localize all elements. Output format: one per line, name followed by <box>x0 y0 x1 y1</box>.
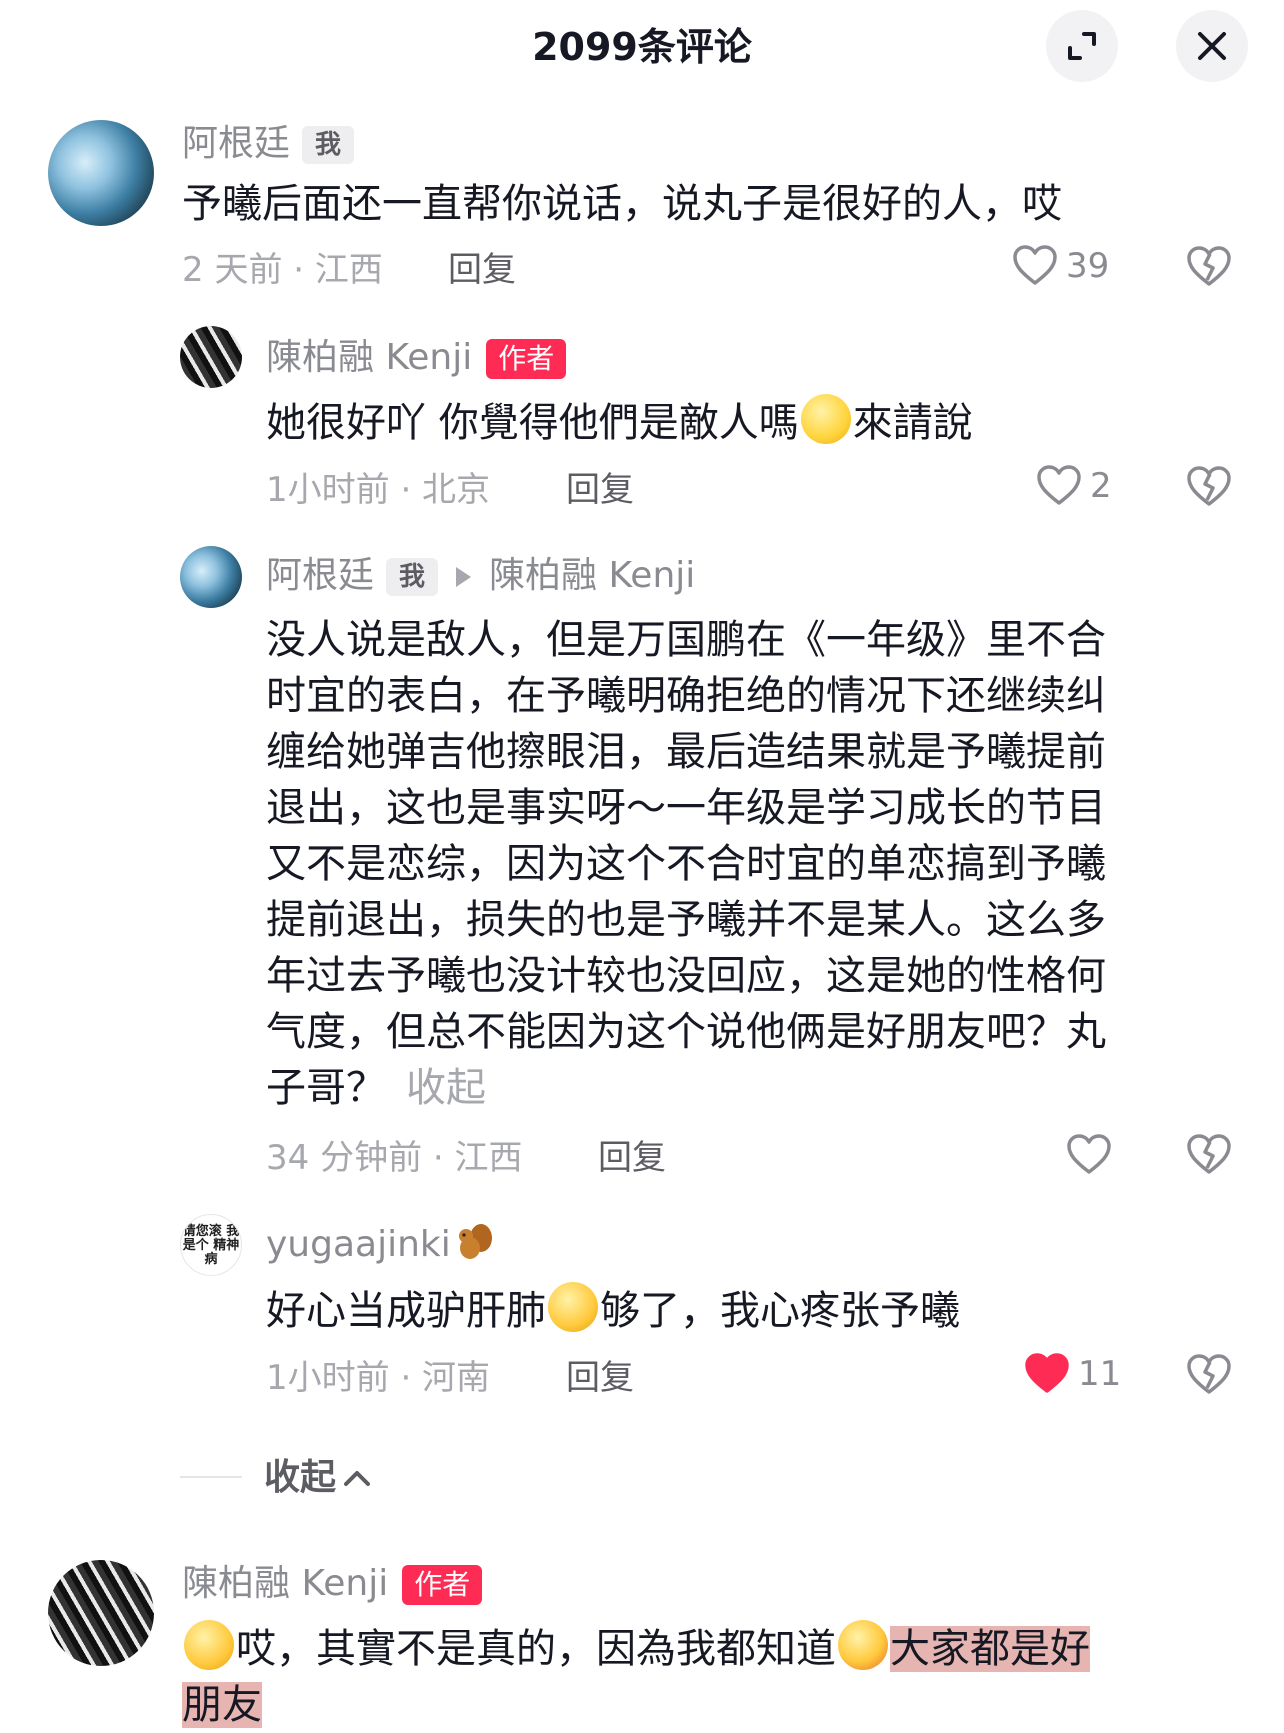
highlighted-text: 朋友 <box>182 1682 262 1728</box>
me-badge: 我 <box>386 558 439 596</box>
username-text[interactable]: 陳柏融 Kenji <box>182 1563 388 1604</box>
comment-line: 朋友 <box>182 1677 1262 1733</box>
collapse-text-link[interactable]: 收起 <box>406 1065 486 1111</box>
comment-line: 缠给她弹吉他擦眼泪，最后造结果就是予曦提前 <box>266 729 1106 775</box>
reply-to-username[interactable]: 陳柏融 Kenji <box>489 555 695 596</box>
me-badge: 我 <box>302 126 355 164</box>
comment-line: 又不是恋综，因为这个不合时宜的单恋搞到予曦 <box>266 841 1106 887</box>
comment-line: 没人说是敌人，但是万国鹏在《一年级》里不合 <box>266 617 1106 663</box>
comment-text-part: 够了，我心疼张予曦 <box>600 1288 960 1334</box>
dislike-heart-icon <box>1187 1354 1231 1394</box>
author-badge: 作者 <box>402 1565 483 1605</box>
comment-text-part: 來請說 <box>852 400 973 446</box>
chevron-up-icon <box>344 1471 371 1486</box>
comment-text: 好心当成驴肝肺 够了，我心疼张予曦 <box>266 1282 960 1339</box>
comment-username[interactable]: 陳柏融 Kenji 作者 <box>182 1562 483 1606</box>
divider <box>180 1476 242 1478</box>
username-text[interactable]: 阿根廷 <box>182 123 290 164</box>
like-count: 11 <box>1078 1354 1122 1394</box>
comment-username[interactable]: 阿根廷我 陳柏融 Kenji <box>266 554 695 598</box>
comment-text: 哎，其實不是真的，因為我都知道 大家都是好 朋友 <box>182 1620 1262 1733</box>
comment-text-part: 好心当成驴肝肺 <box>266 1288 546 1334</box>
comment-line: 退出，这也是事实呀～一年级是学习成长的节目 <box>266 785 1106 831</box>
comment-username[interactable]: 阿根廷我 <box>182 122 355 166</box>
crying-emoji-icon <box>548 1282 598 1332</box>
comment-time-location: 1小时前 · 河南 <box>266 1358 491 1398</box>
dislike-heart-icon <box>1187 246 1231 286</box>
reply-arrow-icon <box>456 567 472 587</box>
expand-icon <box>1068 32 1096 60</box>
username-text[interactable]: 陳柏融 Kenji <box>266 337 472 378</box>
comment-line: 气度，但总不能因为这个说他俩是好朋友吧？丸 <box>266 1009 1106 1055</box>
dizzy-emoji-icon <box>800 394 851 444</box>
like-button[interactable]: 39 <box>1012 244 1109 288</box>
username-text[interactable]: yugaajinki <box>266 1224 451 1265</box>
avatar[interactable] <box>48 1560 154 1666</box>
like-count: 39 <box>1066 246 1110 286</box>
laughing-emoji-icon <box>184 1620 234 1670</box>
username-text[interactable]: 阿根廷 <box>266 555 374 596</box>
comment-time-location: 34 分钟前 · 江西 <box>266 1138 523 1178</box>
heart-icon <box>1025 1353 1069 1393</box>
expand-button[interactable] <box>1046 10 1118 82</box>
comment-line: 提前退出，损失的也是予曦并不是某人。这么多 <box>266 897 1106 943</box>
avatar[interactable] <box>48 120 154 226</box>
comment-text-part: 哎，其實不是真的，因為我都知道 <box>236 1626 836 1672</box>
shocked-emoji-icon <box>838 1620 888 1670</box>
dislike-button[interactable] <box>1186 1354 1232 1400</box>
comment-text: 没人说是敌人，但是万国鹏在《一年级》里不合 时宜的表白，在予曦明确拒绝的情况下还… <box>266 612 1226 1116</box>
comment-time-location: 2 天前 · 江西 <box>182 250 383 290</box>
heart-icon <box>1013 245 1057 285</box>
comment-text: 她很好吖 你覺得他們是敵人嗎 來請說 <box>266 394 973 451</box>
comment-line: 年过去予曦也没计较也没回应，这是她的性格何 <box>266 953 1106 999</box>
reply-button[interactable]: 回复 <box>598 1136 666 1180</box>
collapse-replies-button[interactable]: 收起 <box>264 1456 372 1500</box>
author-badge: 作者 <box>486 339 567 379</box>
avatar[interactable]: 请您滚 我是个 精神病 <box>180 1214 242 1276</box>
close-button[interactable] <box>1176 10 1248 82</box>
reply-button[interactable]: 回复 <box>566 468 634 512</box>
close-icon <box>1198 32 1226 60</box>
comment-line: 子哥？ 收起 <box>266 1060 1226 1116</box>
comment-username[interactable]: yugaajinki <box>266 1222 495 1267</box>
heart-icon <box>1067 1134 1111 1174</box>
comment-username[interactable]: 陳柏融 Kenji 作者 <box>266 336 567 380</box>
comment-line: 哎，其實不是真的，因為我都知道 大家都是好 <box>182 1620 1262 1677</box>
like-button[interactable]: 11 <box>1024 1352 1121 1396</box>
reply-button[interactable]: 回复 <box>448 248 516 292</box>
like-button[interactable]: 2 <box>1036 464 1112 508</box>
comment-time-location: 1小时前 · 北京 <box>266 470 491 510</box>
comment-text-part: 她很好吖 你覺得他們是敵人嗎 <box>266 400 799 446</box>
avatar[interactable] <box>180 546 242 608</box>
avatar[interactable] <box>180 326 242 388</box>
collapse-label: 收起 <box>264 1457 337 1498</box>
reply-button[interactable]: 回复 <box>566 1356 634 1400</box>
dislike-button[interactable] <box>1186 246 1232 292</box>
like-count: 2 <box>1090 466 1112 506</box>
dislike-button[interactable] <box>1186 466 1232 512</box>
dislike-heart-icon <box>1187 1134 1231 1174</box>
comment-text: 予曦后面还一直帮你说话，说丸子是很好的人，哎 <box>182 181 1062 227</box>
like-button[interactable] <box>1066 1134 1112 1180</box>
heart-icon <box>1037 465 1081 505</box>
squirrel-emoji-icon <box>455 1222 495 1262</box>
dislike-button[interactable] <box>1186 1134 1232 1180</box>
dislike-heart-icon <box>1187 466 1231 506</box>
comment-line-end: 子哥？ <box>266 1065 386 1111</box>
comment-line: 时宜的表白，在予曦明确拒绝的情况下还继续纠 <box>266 673 1106 719</box>
highlighted-text: 大家都是好 <box>890 1626 1090 1672</box>
